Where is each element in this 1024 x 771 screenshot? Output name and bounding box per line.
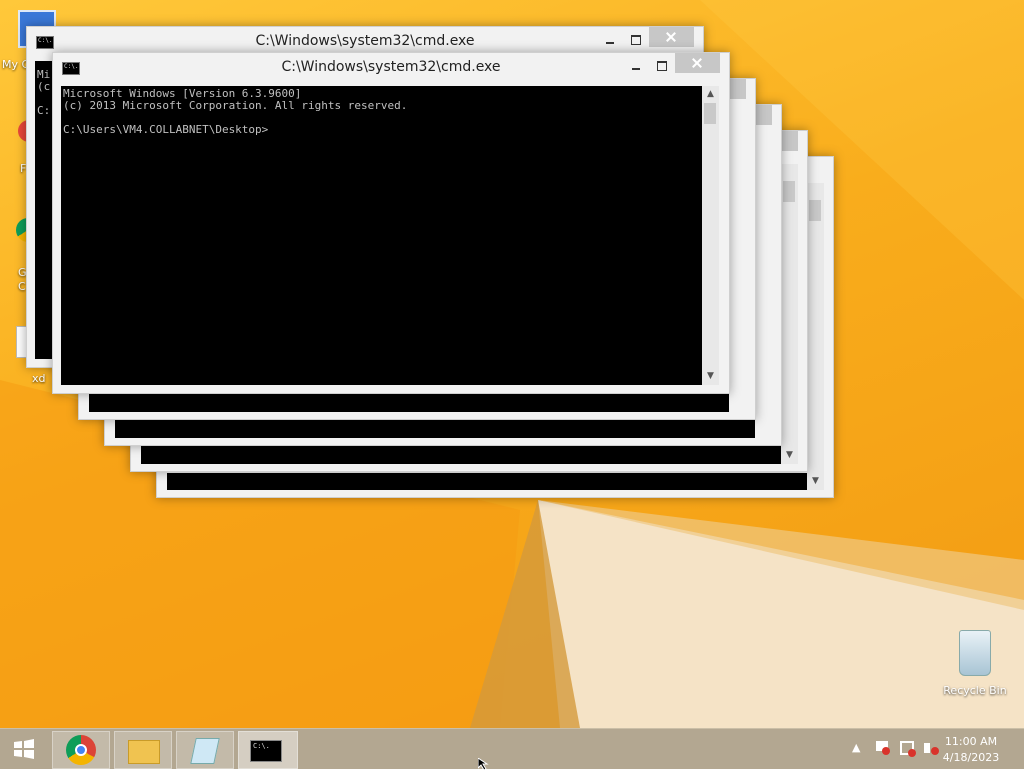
show-hidden-icons-button[interactable]: ▲ [852, 741, 860, 754]
recycle-bin-label: Recycle Bin [943, 684, 1007, 697]
clock-date: 4/18/2023 [942, 751, 1000, 764]
close-button[interactable] [649, 27, 694, 47]
file-xd-label: xd [32, 372, 46, 385]
scrollbar-thumb[interactable] [704, 103, 716, 124]
scroll-up-arrow[interactable]: ▲ [702, 86, 719, 103]
maximize-button[interactable] [649, 57, 675, 75]
scrollbar-thumb[interactable] [809, 200, 821, 221]
clock[interactable]: 11:00 AM 4/18/2023 [936, 734, 1006, 766]
cmd-icon: C:\. [250, 740, 282, 762]
action-center-flag-icon[interactable] [876, 741, 890, 755]
console-area[interactable]: Microsoft Windows [Version 6.3.9600] (c)… [61, 86, 702, 385]
recycle-bin[interactable]: Recycle Bin [942, 630, 1008, 697]
close-button[interactable] [675, 53, 720, 73]
folder-icon [128, 740, 160, 764]
title-bar[interactable]: C:\. C:\Windows\system32\cmd.exe [27, 27, 703, 55]
vertical-scrollbar[interactable]: ▼ [781, 164, 798, 464]
console-area[interactable] [167, 473, 807, 490]
title-bar[interactable]: C:\. C:\Windows\system32\cmd.exe [53, 53, 729, 81]
scrollbar-thumb[interactable] [783, 181, 795, 202]
vertical-scrollbar[interactable]: ▼ [807, 183, 824, 490]
recycle-bin-icon [959, 630, 991, 676]
console-output: Microsoft Windows [Version 6.3.9600] (c)… [63, 87, 408, 136]
maximize-button[interactable] [623, 31, 649, 49]
network-icon[interactable] [900, 741, 916, 757]
scroll-down-arrow[interactable]: ▼ [807, 473, 824, 490]
shortcut-c-label: C [18, 280, 26, 293]
console-peek-line1: (c [37, 80, 51, 93]
notepad-icon [190, 738, 220, 764]
taskbar-command-prompt[interactable]: C:\. [238, 731, 298, 769]
windows-logo-icon [14, 739, 34, 759]
chrome-icon [66, 735, 96, 765]
start-button[interactable] [4, 731, 44, 767]
taskbar: C:\. ▲ 11:00 AM 4/18/2023 [0, 728, 1024, 769]
mouse-cursor-icon [478, 758, 489, 770]
clock-time: 11:00 AM [944, 735, 998, 748]
minimize-button[interactable] [597, 31, 623, 49]
minimize-button[interactable] [623, 57, 649, 75]
console-peek-line2: C: [37, 104, 51, 117]
taskbar-notepad[interactable] [176, 731, 234, 769]
taskbar-file-explorer[interactable] [114, 731, 172, 769]
scroll-down-arrow[interactable]: ▼ [781, 447, 798, 464]
taskbar-chrome[interactable] [52, 731, 110, 769]
scroll-down-arrow[interactable]: ▼ [702, 368, 719, 385]
vertical-scrollbar[interactable]: ▲ ▼ [702, 86, 719, 385]
cmd-window-front[interactable]: C:\. C:\Windows\system32\cmd.exe Microso… [52, 52, 730, 394]
